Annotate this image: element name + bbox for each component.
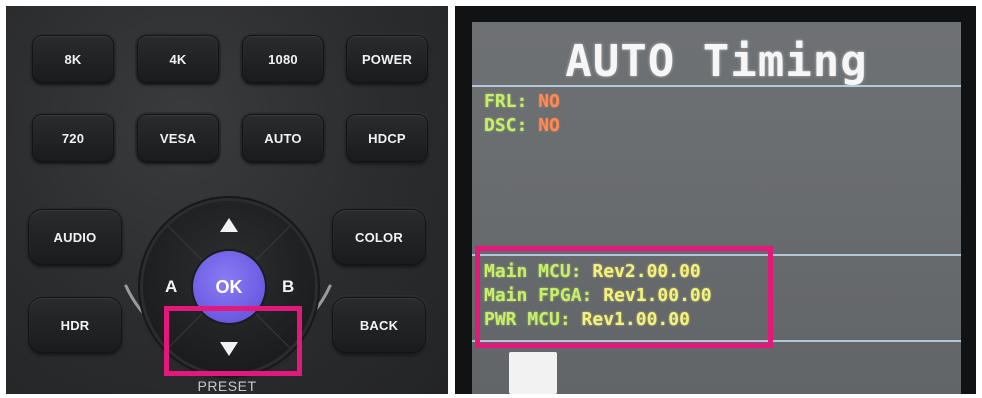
lcd-title: AUTO Timing (565, 36, 868, 87)
frl-label: FRL: (484, 91, 528, 112)
key-back[interactable]: BACK (332, 297, 426, 353)
key-hdcp[interactable]: HDCP (346, 114, 428, 162)
white-indicator-block (509, 352, 557, 394)
dpad-right-b[interactable]: B (282, 277, 294, 297)
dsc-value: NO (538, 115, 560, 136)
key-720[interactable]: 720 (32, 114, 114, 162)
highlight-box-versions (475, 246, 773, 348)
key-audio[interactable]: AUDIO (28, 209, 122, 265)
key-4k[interactable]: 4K (137, 35, 219, 83)
up-arrow-icon[interactable] (220, 218, 238, 232)
highlight-box-down-key (164, 306, 302, 376)
status-dsc: DSC: NO (484, 116, 560, 136)
key-vesa[interactable]: VESA (137, 114, 219, 162)
status-frl: FRL: NO (484, 92, 560, 112)
key-8k[interactable]: 8K (32, 35, 114, 83)
key-power[interactable]: POWER (346, 35, 428, 83)
key-color[interactable]: COLOR (332, 209, 426, 265)
key-1080[interactable]: 1080 (242, 35, 324, 83)
remote-keypad: 8K 4K 1080 POWER 720 VESA AUTO HDCP AUDI… (6, 6, 448, 394)
dsc-label: DSC: (484, 115, 528, 136)
frl-value: NO (538, 91, 560, 112)
preset-label: PRESET (197, 378, 257, 394)
key-hdr[interactable]: HDR (28, 297, 122, 353)
dpad-left-a[interactable]: A (165, 277, 177, 297)
separator-line (472, 85, 961, 87)
key-auto[interactable]: AUTO (242, 114, 324, 162)
